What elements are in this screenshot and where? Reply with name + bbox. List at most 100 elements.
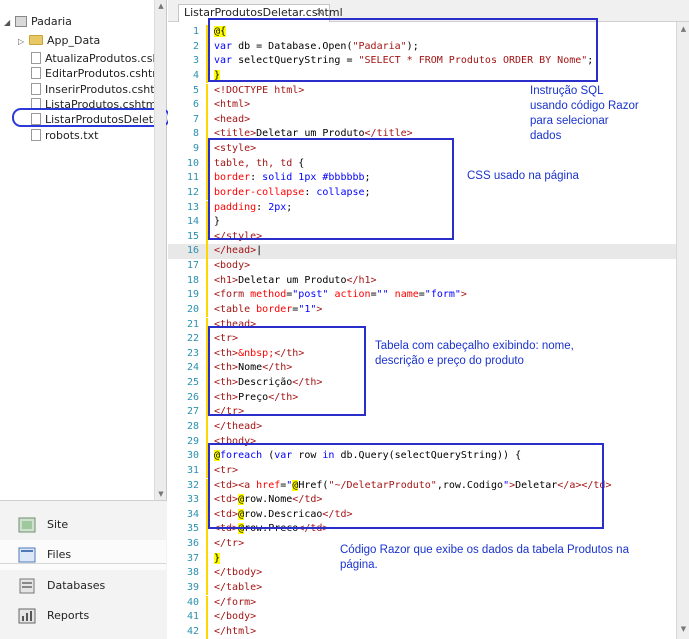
- code-token: "post": [292, 289, 329, 301]
- scroll-up-icon[interactable]: ▲: [679, 25, 688, 34]
- tree-scrollbar[interactable]: ▲ ▼: [154, 0, 166, 500]
- code-token: Nome: [238, 362, 263, 374]
- code-line[interactable]: 19 <form method="post" action="" name="fo…: [168, 288, 676, 303]
- tree-file-item[interactable]: EditarProdutos.cshtml: [31, 66, 154, 81]
- scroll-down-icon[interactable]: ▼: [157, 490, 165, 498]
- code-line[interactable]: 12 border-collapse: collapse;: [168, 185, 676, 201]
- code-line[interactable]: 40 </form>: [168, 595, 676, 611]
- code-line[interactable]: 14}: [168, 215, 676, 230]
- code-line[interactable]: 1 @{: [168, 25, 676, 40]
- code-line[interactable]: 28 </thead>: [168, 420, 676, 435]
- code-line[interactable]: 32 <td><a href="@Href("~/DeletarProduto",…: [168, 478, 676, 494]
- tree-folder-app-data[interactable]: ▷ App_Data: [18, 33, 100, 48]
- code-line[interactable]: 20 <table border="1">: [168, 302, 676, 318]
- code-line[interactable]: 4}: [168, 68, 676, 84]
- code-line[interactable]: 33 <td>@row.Nome</td>: [168, 493, 676, 508]
- code-token: </table>: [214, 581, 263, 593]
- code-token: var: [214, 40, 233, 52]
- code-token: :: [304, 186, 317, 198]
- code-text: <th>Descrição</th>: [214, 376, 322, 390]
- code-text: border-collapse: collapse;: [214, 186, 371, 200]
- change-marker: [206, 551, 208, 567]
- scroll-up-icon[interactable]: ▲: [157, 2, 165, 10]
- code-line[interactable]: 30 @foreach (var row in db.Query(selectQu…: [168, 449, 676, 464]
- code-token: Href(: [298, 479, 329, 491]
- code-token: </body>: [214, 611, 257, 623]
- code-text: <th>&nbsp;</th>: [214, 347, 304, 361]
- line-number: 1: [192, 26, 199, 37]
- code-token: &nbsp;: [238, 347, 275, 359]
- editor-tab-bar: ListarProdutosDeletar.cshtml ×: [168, 0, 689, 22]
- code-text: <td>@row.Preco</td>: [214, 522, 328, 536]
- nav-site-label: Site: [47, 518, 69, 531]
- code-text: <h1>Deletar um Produto</h1>: [214, 274, 377, 288]
- code-token: <head>: [214, 113, 251, 125]
- code-line[interactable]: 42 </html>: [168, 624, 676, 639]
- scroll-down-icon[interactable]: ▼: [679, 625, 688, 634]
- line-number: 4: [192, 69, 199, 81]
- editor-scrollbar[interactable]: ▲ ▼: [676, 22, 689, 639]
- code-line[interactable]: 16 </head>|: [168, 244, 676, 259]
- change-marker: [206, 156, 208, 172]
- code-line[interactable]: 34 <td>@row.Descricao</td>: [168, 507, 676, 523]
- tab-listar-produtos-deletar[interactable]: ListarProdutosDeletar.cshtml ×: [178, 4, 343, 22]
- collapse-icon[interactable]: ◢: [4, 15, 13, 30]
- close-tab-icon[interactable]: ×: [316, 5, 324, 21]
- code-line[interactable]: 17 <body>: [168, 259, 676, 274]
- code-token: border-collapse: [214, 186, 305, 198]
- nav-files[interactable]: Files: [0, 540, 166, 570]
- code-line[interactable]: 3 var selectQueryString = "SELECT * FROM …: [168, 54, 676, 69]
- code-line[interactable]: 13 padding: 2px;: [168, 200, 676, 216]
- code-token: </head>: [214, 245, 257, 257]
- line-number: 34: [186, 508, 199, 520]
- nav-site[interactable]: Site: [0, 510, 166, 540]
- change-marker: [206, 463, 208, 479]
- code-line[interactable]: 29 <tbody>: [168, 434, 676, 450]
- code-token: table, th, td: [214, 157, 293, 169]
- change-marker: [206, 610, 208, 625]
- expand-icon[interactable]: ▷: [18, 34, 27, 49]
- code-token: <td>: [214, 523, 239, 535]
- code-text: var selectQueryString = "SELECT * FROM P…: [214, 54, 593, 68]
- left-pane: ◢ Padaria ▷ App_Data AtualizaProdutos.csht…: [0, 0, 170, 639]
- code-line[interactable]: 27 </tr>: [168, 405, 676, 420]
- code-line[interactable]: 31 <tr>: [168, 463, 676, 479]
- line-number: 16: [186, 245, 199, 257]
- tree-file-item[interactable]: robots.txt: [31, 128, 98, 143]
- change-marker: [206, 288, 208, 303]
- change-marker: [206, 68, 208, 84]
- nav-reports[interactable]: Reports: [0, 601, 166, 631]
- code-text: </tr>: [214, 405, 244, 419]
- code-line[interactable]: 25 <th>Descrição</th>: [168, 376, 676, 391]
- code-token: <td><a: [214, 479, 257, 491]
- code-text: <head>: [214, 113, 250, 127]
- change-marker: [206, 273, 208, 289]
- code-line[interactable]: 2 var db = Database.Open("Padaria");: [168, 39, 676, 55]
- tree-file-item[interactable]: AtualizaProdutos.cshtml: [31, 51, 154, 66]
- code-token: <td>: [214, 494, 239, 506]
- code-line[interactable]: 15 </style>: [168, 229, 676, 245]
- code-token: border: [256, 303, 293, 315]
- tree-file-item[interactable]: InserirProdutos.cshtml: [31, 82, 154, 97]
- code-line[interactable]: 41 </body>: [168, 610, 676, 625]
- code-line[interactable]: 18 <h1>Deletar um Produto</h1>: [168, 273, 676, 289]
- code-text: </tbody>: [214, 566, 262, 580]
- line-number: 38: [186, 567, 199, 579]
- code-token: db = Database.Open(: [232, 40, 353, 52]
- code-token: foreach: [220, 450, 263, 462]
- code-token: </th>: [274, 347, 305, 359]
- line-number: 9: [192, 143, 199, 155]
- code-line[interactable]: 21 <thead>: [168, 317, 676, 333]
- code-token: "": [376, 289, 389, 301]
- tree-root-padaria[interactable]: ◢ Padaria: [4, 14, 72, 29]
- change-marker: [206, 522, 208, 537]
- code-token: var: [274, 450, 293, 462]
- razor-annotation-note: Código Razor que exibe os dados da tabel…: [340, 544, 629, 571]
- code-line[interactable]: 35 <td>@row.Preco</td>: [168, 522, 676, 537]
- code-line[interactable]: 26 <th>Preço</th>: [168, 390, 676, 406]
- code-line[interactable]: 39 </table>: [168, 580, 676, 596]
- code-token: border: [214, 172, 251, 184]
- change-marker: [206, 405, 208, 420]
- code-line[interactable]: 9 <style>: [168, 142, 676, 157]
- nav-databases[interactable]: Databases: [0, 571, 166, 601]
